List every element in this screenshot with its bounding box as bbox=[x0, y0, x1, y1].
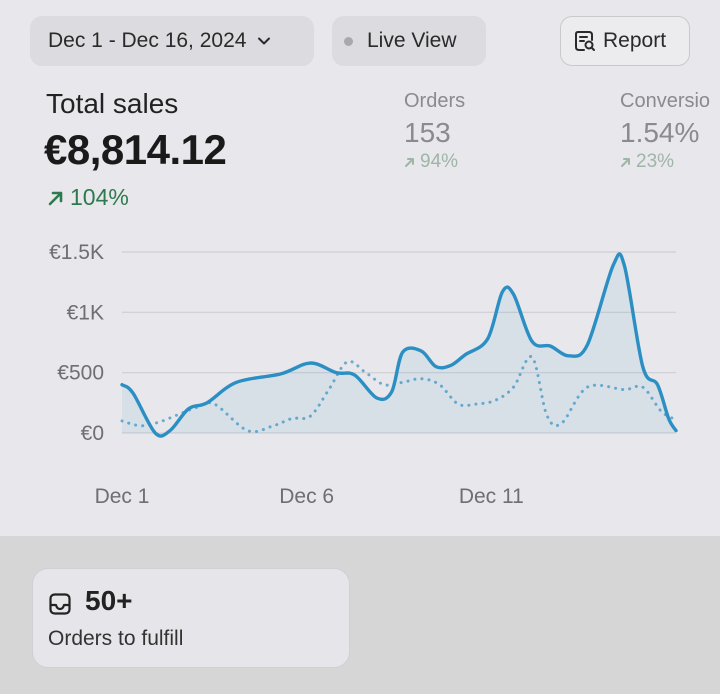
y-tick-label: €1.5K bbox=[49, 241, 104, 264]
report-label: Report bbox=[603, 29, 667, 52]
orders-label: Orders bbox=[404, 90, 466, 112]
orders-to-fulfill-card[interactable]: 50+ Orders to fulfill bbox=[32, 568, 350, 668]
report-button[interactable]: Report bbox=[560, 16, 690, 66]
date-range-label: Dec 1 - Dec 16, 2024 bbox=[48, 29, 247, 52]
orders-value: 153 bbox=[404, 117, 451, 148]
orders-change-value: 94% bbox=[420, 151, 459, 172]
sales-series-area bbox=[122, 253, 676, 437]
conversion-change: 23% bbox=[620, 151, 710, 173]
y-tick-label: €1K bbox=[67, 301, 104, 324]
live-view-label: Live View bbox=[367, 29, 457, 52]
conversion-change-value: 23% bbox=[636, 151, 675, 172]
total-sales-value: €8,814.12 bbox=[44, 126, 227, 173]
y-tick-label: €0 bbox=[81, 422, 104, 445]
x-tick-label: Dec 6 bbox=[279, 485, 334, 508]
conversion-value: 1.54% bbox=[620, 117, 700, 148]
arrow-up-right-icon bbox=[405, 158, 414, 167]
fulfill-label: Orders to fulfill bbox=[48, 627, 184, 650]
live-status-dot bbox=[344, 36, 353, 46]
report-icon bbox=[575, 31, 595, 51]
conversion-label: Conversio bbox=[620, 90, 711, 112]
x-tick-label: Dec 11 bbox=[459, 485, 524, 508]
y-tick-label: €500 bbox=[57, 362, 104, 385]
total-sales-change: 104% bbox=[46, 184, 129, 211]
x-tick-label: Dec 1 bbox=[95, 485, 150, 508]
sales-chart: €1.5K €1K €500 €0 Dec 1 Dec 6 Dec 11 bbox=[49, 241, 678, 508]
arrow-up-right-icon bbox=[48, 191, 63, 205]
fulfill-count: 50+ bbox=[85, 585, 133, 616]
total-sales-change-value: 104% bbox=[70, 184, 129, 210]
chevron-down-icon bbox=[258, 37, 271, 45]
live-view-button[interactable]: Live View bbox=[332, 16, 486, 66]
arrow-up-right-icon bbox=[621, 158, 630, 167]
total-sales-title: Total sales bbox=[46, 88, 179, 119]
inbox-icon bbox=[49, 593, 71, 615]
orders-change: 94% bbox=[404, 151, 465, 173]
orders-metric[interactable]: Orders 153 94% bbox=[404, 90, 465, 173]
date-range-button[interactable]: Dec 1 - Dec 16, 2024 bbox=[30, 16, 314, 66]
conversion-metric[interactable]: Conversio 1.54% 23% bbox=[620, 90, 710, 173]
